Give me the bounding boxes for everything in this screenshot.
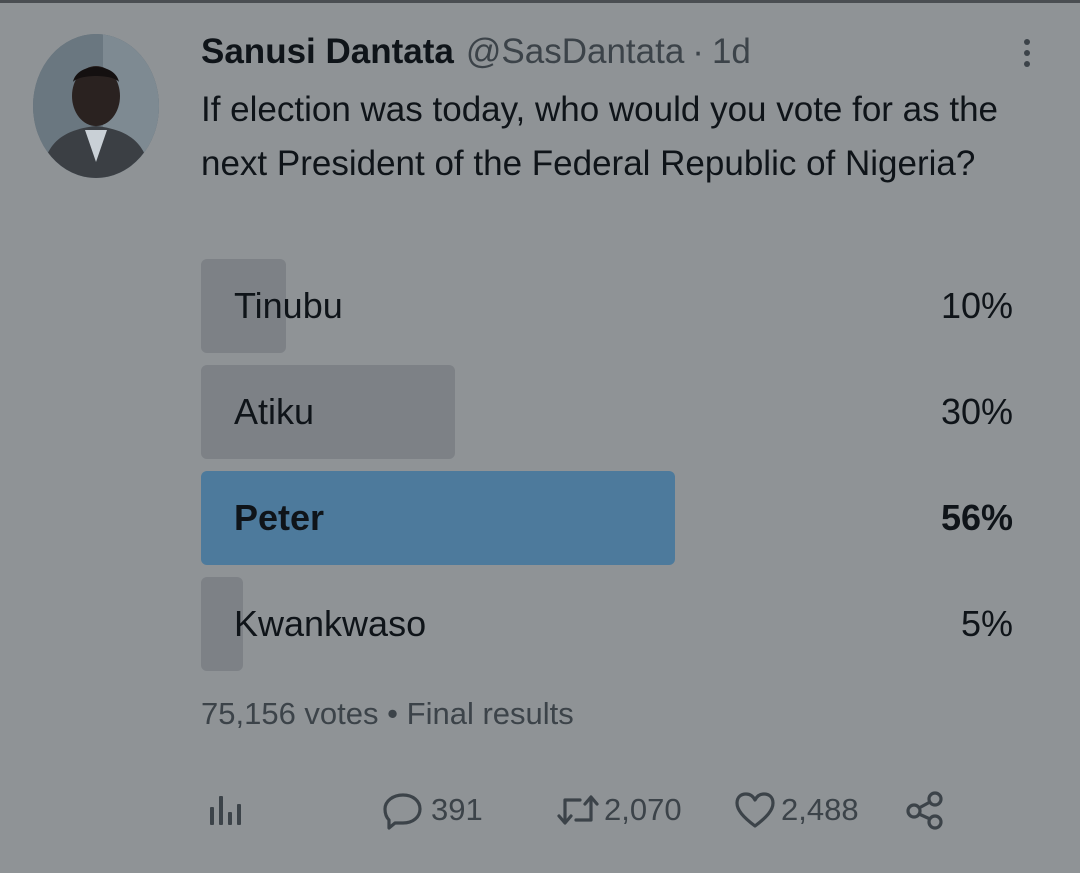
poll-option-atiku: Atiku 30% [201, 365, 1013, 459]
share-icon [906, 791, 943, 830]
poll-option-percent: 10% [940, 285, 1013, 326]
vote-count: 75,156 votes [201, 696, 379, 731]
poll-option-tinubu: Tinubu 10% [201, 259, 1013, 353]
share-button[interactable] [905, 780, 945, 840]
poll-option-peter: Peter 56% [201, 471, 1013, 565]
author-name[interactable]: Sanusi Dantata [201, 32, 454, 72]
top-border [0, 0, 1080, 3]
poll-option-label: Tinubu [234, 285, 343, 326]
poll-option-label: Peter [234, 497, 325, 538]
reply-button[interactable]: 391 [382, 780, 483, 840]
tweet-header: Sanusi Dantata @SasDantata · 1d [201, 30, 751, 74]
tweet-text: If election was today, who would you vot… [201, 90, 999, 183]
tweet-actions: 391 2,070 2,488 [0, 780, 1080, 840]
header-separator: · [692, 32, 704, 71]
poll-status: Final results [406, 696, 574, 731]
analytics-button[interactable] [207, 780, 243, 840]
summary-bullet: • [387, 696, 399, 731]
poll-option-percent: 5% [960, 603, 1013, 644]
poll-option-label: Kwankwaso [234, 603, 427, 644]
more-options-icon[interactable] [1012, 33, 1042, 73]
heart-icon [735, 792, 775, 828]
avatar[interactable] [33, 34, 159, 178]
bar-chart-icon [210, 796, 241, 825]
author-handle[interactable]: @SasDantata [466, 32, 684, 72]
retweet-icon [557, 795, 599, 825]
poll-summary: 75,156 votes • Final results [201, 696, 574, 732]
poll-option-percent: 30% [940, 391, 1013, 432]
reply-count: 391 [431, 792, 483, 827]
poll-option-label: Atiku [234, 391, 315, 432]
tweet-time[interactable]: 1d [712, 32, 751, 72]
poll-option-percent: 56% [940, 497, 1013, 538]
reply-icon [383, 793, 422, 830]
like-button[interactable]: 2,488 [733, 780, 859, 840]
avatar-photo [33, 34, 159, 178]
retweet-count: 2,070 [604, 792, 682, 827]
like-count: 2,488 [781, 792, 859, 827]
retweet-button[interactable]: 2,070 [555, 780, 682, 840]
poll-option-kwankwaso: Kwankwaso 5% [201, 577, 1013, 671]
